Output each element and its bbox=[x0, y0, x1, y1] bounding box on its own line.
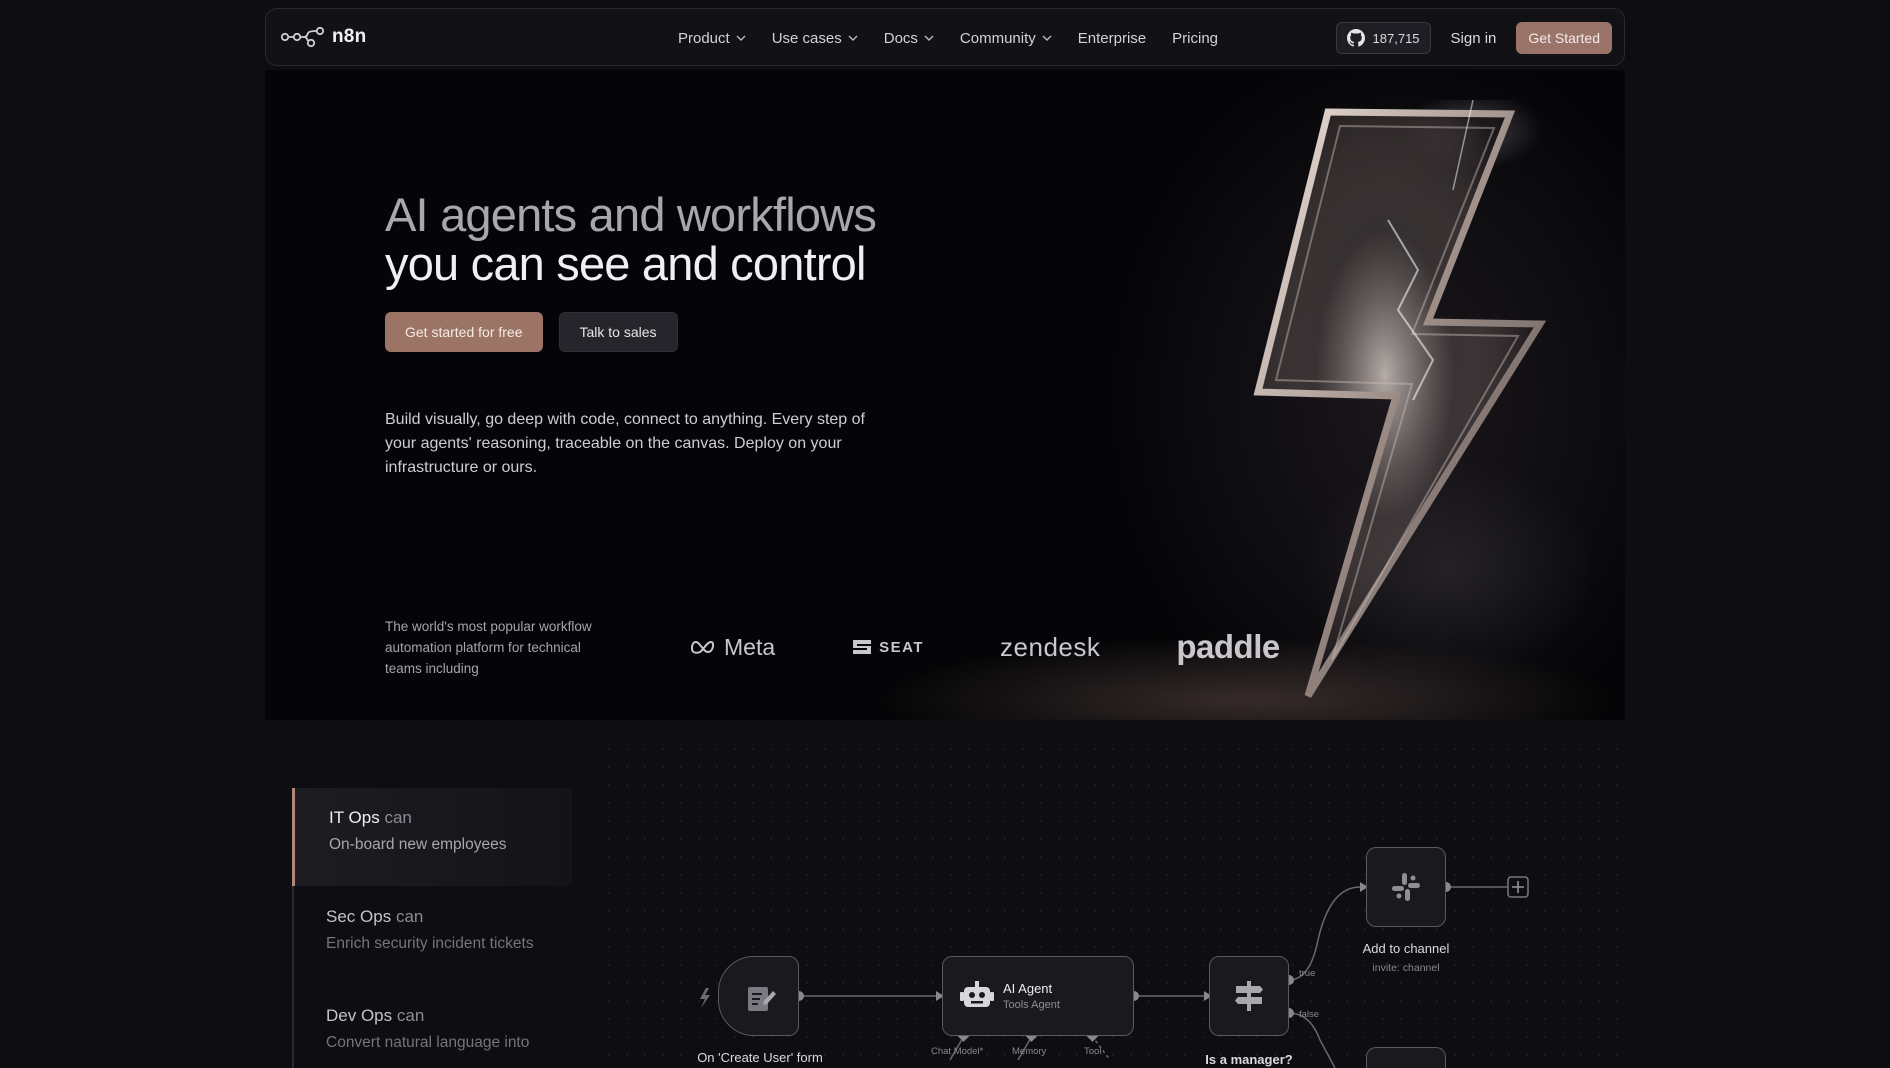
tool-port-label: Tool bbox=[1084, 1046, 1102, 1057]
get-started-button[interactable]: Get Started bbox=[1516, 22, 1612, 54]
use-case-title: Sec Ops can bbox=[326, 907, 572, 927]
use-case-can: can bbox=[396, 1006, 425, 1025]
use-case-dev-ops[interactable]: Dev Ops can Convert natural language into bbox=[292, 986, 572, 1054]
hero-heading: AI agents and workflows you can see and … bbox=[385, 188, 877, 290]
zendesk-logo: zendesk bbox=[1000, 631, 1101, 662]
seat-logo: SEAT bbox=[851, 637, 924, 657]
nav-item-label: Enterprise bbox=[1077, 29, 1147, 47]
logo-wordmark: n8n bbox=[332, 26, 367, 47]
n8n-logo[interactable]: n8n bbox=[280, 24, 366, 50]
use-case-team: Dev Ops bbox=[326, 1006, 393, 1025]
nav-item-use-cases[interactable]: Use cases bbox=[772, 30, 858, 47]
use-case-can: can bbox=[384, 808, 412, 827]
nav-item-label: Use cases bbox=[771, 29, 842, 47]
github-star-count: 187,715 bbox=[1372, 30, 1420, 46]
nav-links: Product Use cases Docs Community Enterprise P… bbox=[678, 9, 1244, 67]
chevron-down-icon bbox=[924, 35, 934, 41]
lightning-bolt-illustration bbox=[1253, 100, 1588, 698]
slack-node-label: Add to channel bbox=[1362, 941, 1450, 956]
n8n-logo-icon bbox=[280, 26, 325, 48]
form-trigger-label: On 'Create User' form bbox=[697, 1050, 823, 1065]
nav-item-product[interactable]: Product bbox=[678, 30, 746, 47]
chevron-down-icon bbox=[736, 35, 746, 41]
meta-infinity-icon bbox=[690, 640, 715, 654]
seat-logo-text: SEAT bbox=[879, 638, 925, 656]
get-started-free-button[interactable]: Get started for free bbox=[385, 312, 543, 352]
hero-cta-row: Get started for free Talk to sales bbox=[385, 312, 678, 352]
use-case-title: IT Ops can bbox=[329, 808, 572, 828]
seat-s-icon bbox=[853, 640, 872, 654]
chevron-down-icon bbox=[848, 35, 858, 41]
use-case-team: IT Ops bbox=[329, 808, 380, 827]
talk-to-sales-button[interactable]: Talk to sales bbox=[558, 312, 678, 352]
trust-statement: The world's most popular workflow automa… bbox=[385, 619, 592, 676]
signpost-icon bbox=[1235, 981, 1263, 1011]
nav-item-label: Product bbox=[678, 29, 730, 47]
hero-description: Build visually, go deep with code, conne… bbox=[385, 411, 865, 476]
nav-item-pricing[interactable]: Pricing bbox=[1172, 30, 1218, 47]
nav-item-label: Community bbox=[959, 29, 1036, 47]
customer-logos: Meta SEAT zendesk paddle bbox=[690, 628, 1280, 666]
false-branch-label: false bbox=[1299, 1009, 1320, 1020]
ai-agent-subtitle: Tools Agent bbox=[1003, 999, 1060, 1011]
github-stars-button[interactable]: 187,715 bbox=[1335, 22, 1431, 54]
slack-node[interactable] bbox=[1366, 847, 1446, 927]
form-trigger-node[interactable] bbox=[718, 956, 799, 1036]
chat-model-port-label: Chat Model* bbox=[931, 1046, 984, 1057]
use-case-can: can bbox=[395, 907, 424, 926]
chevron-down-icon bbox=[1042, 35, 1052, 41]
use-case-task: On-board new employees bbox=[329, 836, 507, 853]
nav-actions: 187,715 Sign in Get Started bbox=[1335, 9, 1612, 67]
paddle-logo: paddle bbox=[1176, 628, 1280, 665]
top-nav: n8n Product Use cases Docs Community Enterpr… bbox=[265, 8, 1625, 66]
next-action-node[interactable] bbox=[1366, 1047, 1446, 1068]
nav-item-label: Docs bbox=[883, 29, 918, 47]
robot-icon bbox=[960, 981, 994, 1007]
meta-logo: Meta bbox=[690, 634, 775, 661]
ai-agent-title: AI Agent bbox=[1003, 981, 1053, 996]
slack-node-subtitle: invite: channel bbox=[1372, 962, 1440, 974]
nav-item-label: Pricing bbox=[1172, 29, 1219, 47]
use-case-sec-ops[interactable]: Sec Ops can Enrich security incident tick… bbox=[292, 887, 572, 955]
use-case-title: Dev Ops can bbox=[326, 1006, 572, 1026]
slack-icon bbox=[1392, 873, 1420, 901]
hero-heading-line1: AI agents and workflows bbox=[385, 188, 877, 241]
use-case-it-ops[interactable]: IT Ops can On-board new employees bbox=[292, 788, 572, 886]
hero-heading-line2: you can see and control bbox=[385, 237, 866, 290]
nav-item-enterprise[interactable]: Enterprise bbox=[1078, 30, 1146, 47]
true-branch-label: true bbox=[1299, 968, 1316, 979]
meta-logo-text: Meta bbox=[724, 633, 776, 660]
if-node[interactable] bbox=[1209, 956, 1289, 1036]
form-edit-icon bbox=[748, 987, 776, 1011]
use-case-team: Sec Ops bbox=[326, 907, 392, 926]
nav-item-community[interactable]: Community bbox=[960, 30, 1052, 47]
nav-item-docs[interactable]: Docs bbox=[884, 30, 934, 47]
use-case-task: Enrich security incident tickets bbox=[326, 935, 534, 952]
if-node-label: Is a manager? bbox=[1205, 1052, 1293, 1067]
memory-port-label: Memory bbox=[1012, 1046, 1047, 1057]
use-case-task: Convert natural language into bbox=[326, 1034, 530, 1051]
github-icon bbox=[1346, 29, 1365, 47]
ai-agent-node[interactable]: AI Agent Tools Agent bbox=[942, 956, 1134, 1036]
sign-in-link[interactable]: Sign in bbox=[1451, 30, 1497, 47]
